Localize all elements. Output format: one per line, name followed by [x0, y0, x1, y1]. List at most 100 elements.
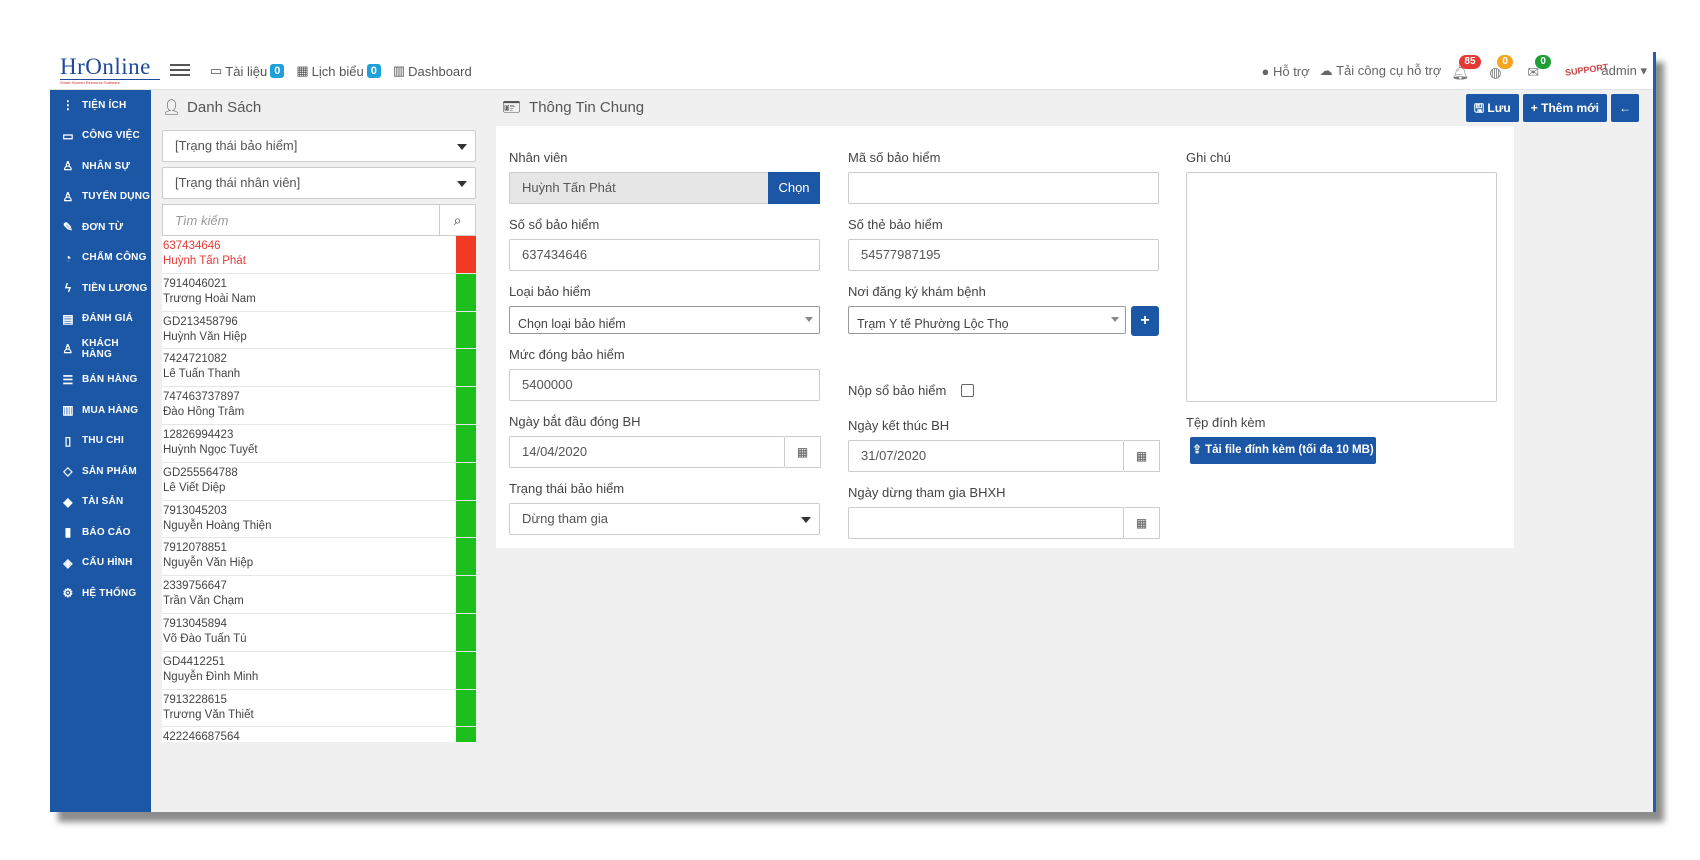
- sidebar-item-16[interactable]: ⚙ HỆ THỐNG: [50, 578, 151, 609]
- logo-tagline: Smart Human Resource Software: [60, 79, 160, 86]
- add-new-button[interactable]: + Thêm mới: [1522, 94, 1607, 122]
- book-no-field[interactable]: 637434646: [509, 239, 820, 271]
- sidebar-item-label: TIỆN ÍCH: [82, 99, 127, 111]
- messages-button[interactable]: ✉ 0: [1527, 55, 1555, 81]
- caret-down-icon: ▾: [1640, 63, 1647, 78]
- sidebar-item-label: BÁO CÁO: [82, 526, 131, 538]
- messages-count: 0: [1535, 55, 1551, 69]
- avatar[interactable]: SUPPORT: [1564, 57, 1609, 84]
- status-indicator: [456, 311, 476, 349]
- list-item[interactable]: 7914046021 Trương Hoài Nam: [162, 273, 476, 312]
- list-item[interactable]: GD4412251 Nguyễn Đình Minh: [162, 651, 476, 690]
- sidebar-item-label: KHÁCH HÀNG: [81, 338, 119, 361]
- insurance-status-filter[interactable]: [Trạng thái bảo hiểm]: [162, 130, 476, 162]
- employee-name: Trần Văn Chạm: [163, 595, 244, 608]
- employee-code: 422246687564: [163, 731, 240, 742]
- search-icon[interactable]: ⌕: [439, 205, 475, 235]
- sidebar-item-11[interactable]: ▯ THU CHI: [50, 426, 151, 457]
- submit-book-checkbox[interactable]: [961, 384, 974, 397]
- insurance-status-filter-value: [Trạng thái bảo hiểm]: [175, 138, 298, 153]
- topnav-dashboard[interactable]: ▥ Dashboard: [393, 63, 472, 79]
- employee-code: 637434646: [163, 240, 221, 252]
- insurance-status-select[interactable]: Dừng tham gia: [509, 503, 820, 535]
- list-item[interactable]: 7913045203 Nguyễn Hoàng Thiện: [162, 500, 476, 539]
- sidebar-item-9[interactable]: ☰ BÁN HÀNG: [50, 365, 151, 396]
- list-item[interactable]: GD213458796 Huỳnh Văn Hiệp: [162, 311, 476, 350]
- search-input[interactable]: Tìm kiếm: [175, 213, 228, 228]
- employee-code: 747463737897: [163, 391, 240, 404]
- customer-icon: ♙: [62, 342, 74, 357]
- sidebar-item-7[interactable]: ▤ ĐÁNH GIÁ: [50, 304, 151, 335]
- sidebar-item-0[interactable]: ⋮ TIỆN ÍCH: [50, 90, 151, 121]
- app-logo[interactable]: HrOnline Smart Human Resource Software: [60, 55, 160, 86]
- list-item[interactable]: 2339756647 Trần Văn Chạm: [162, 576, 476, 614]
- sidebar-item-13[interactable]: ◆ TÀI SẢN: [50, 487, 151, 518]
- topnav-schedule[interactable]: ▦ Lịch biểu 0: [296, 63, 381, 79]
- list-item[interactable]: 7913228615 Trương Văn Thiết: [162, 689, 476, 728]
- id-card-icon: 🪪︎: [502, 99, 522, 116]
- stop-date-field[interactable]: [848, 507, 1124, 539]
- employee-list: 637434646 Huỳnh Tấn Phát 7914046021 Trương …: [162, 236, 476, 742]
- list-item[interactable]: 747463737897 Đào Hồng Trâm: [162, 387, 476, 425]
- save-button[interactable]: 🖫︎ Lưu: [1465, 94, 1519, 122]
- clinic-select[interactable]: Trạm Y tế Phường Lộc Thọ: [848, 306, 1126, 334]
- calendar-icon[interactable]: ▦: [785, 436, 821, 468]
- back-button[interactable]: ←: [1611, 94, 1639, 122]
- card-no-field[interactable]: 54577987195: [848, 239, 1159, 271]
- employee-code: 12826994423: [163, 428, 234, 441]
- calendar-icon[interactable]: ▦: [1124, 507, 1160, 539]
- list-item[interactable]: 7913045894 Võ Đào Tuấn Tú: [162, 613, 476, 652]
- list-item[interactable]: 7424721082 Lê Tuấn Thanh: [162, 349, 476, 388]
- sidebar-item-label: MUA HÀNG: [82, 404, 139, 416]
- employee-field[interactable]: Huỳnh Tấn Phát: [509, 172, 769, 204]
- list-item[interactable]: 7912078851 Nguyễn Văn Hiệp: [162, 538, 476, 577]
- start-date-field[interactable]: 14/04/2020: [509, 436, 785, 468]
- sidebar-item-2[interactable]: ♙ NHÂN SỰ: [50, 151, 151, 182]
- employee-code: 7912078851: [163, 542, 227, 555]
- add-clinic-button[interactable]: +: [1131, 306, 1159, 336]
- chevron-down-icon: [457, 144, 467, 150]
- calendar-icon[interactable]: ▦: [1124, 440, 1160, 472]
- topnav-schedule-label: Lịch biểu: [311, 63, 364, 79]
- list-item[interactable]: 12826994423 Huỳnh Ngọc Tuyết: [162, 424, 476, 463]
- sidebar-item-5[interactable]: ◔ CHẤM CÔNG: [50, 243, 151, 274]
- choose-employee-button[interactable]: Chọn: [768, 172, 820, 204]
- insurance-status-value: Dừng tham gia: [522, 511, 609, 526]
- amount-field[interactable]: 5400000: [509, 369, 820, 401]
- support-label: Hỗ trợ: [1272, 63, 1310, 79]
- download-tool-link[interactable]: ☁ Tải công cụ hỗ trợ: [1320, 63, 1442, 79]
- sidebar-item-3[interactable]: ♙ TUYỂN DỤNG: [50, 182, 151, 213]
- upload-attachment-button[interactable]: ⇪ Tải file đính kèm (tối đa 10 MB): [1190, 437, 1376, 464]
- globe-button[interactable]: ◍ 0: [1489, 55, 1517, 81]
- clinic-value: Trạm Y tế Phường Lộc Thọ: [857, 317, 1009, 331]
- topnav-documents[interactable]: ▭ Tài liệu 0: [210, 63, 285, 79]
- report-icon: ▮: [64, 525, 72, 540]
- employee-code: GD255564788: [163, 466, 238, 479]
- sidebar-item-10[interactable]: ▥ MUA HÀNG: [50, 395, 151, 426]
- list-item[interactable]: GD255564788 Lê Viết Diệp: [162, 462, 476, 501]
- employee-code: 7913228615: [163, 693, 227, 706]
- notifications-button[interactable]: 🔔︎ 85: [1451, 55, 1481, 81]
- sidebar-item-12[interactable]: ◇ SẢN PHẨM: [50, 456, 151, 487]
- menu-toggle-icon[interactable]: [170, 61, 190, 81]
- sidebar-item-label: CHẤM CÔNG: [82, 252, 147, 264]
- plus-icon: +: [1140, 312, 1150, 329]
- search-box[interactable]: Tìm kiếm ⌕: [162, 204, 476, 236]
- diamond-icon: ◆: [63, 494, 73, 509]
- sidebar-item-4[interactable]: ✎ ĐƠN TỪ: [50, 212, 151, 243]
- employee-status-filter[interactable]: [Trạng thái nhân viên]: [162, 167, 476, 199]
- insurance-code-field[interactable]: [848, 172, 1159, 204]
- support-link[interactable]: ● Hỗ trợ: [1261, 64, 1309, 79]
- sidebar-item-8[interactable]: ♙ KHÁCH HÀNG: [50, 334, 151, 365]
- insurance-type-select[interactable]: Chọn loại bảo hiểm: [509, 306, 820, 334]
- list-item[interactable]: 422246687564: [162, 727, 476, 742]
- sidebar-item-6[interactable]: ϟ TIỀN LƯƠNG: [50, 273, 151, 304]
- sidebar-item-14[interactable]: ▮ BÁO CÁO: [50, 517, 151, 548]
- list-item[interactable]: 637434646 Huỳnh Tấn Phát: [162, 236, 476, 274]
- note-textarea[interactable]: [1186, 172, 1497, 402]
- list-title-text: Danh Sách: [187, 98, 262, 116]
- sidebar-item-15[interactable]: ◈ CẤU HÌNH: [50, 548, 151, 579]
- employee-name: Lê Viết Diệp: [163, 481, 226, 494]
- end-date-field[interactable]: 31/07/2020: [848, 440, 1124, 472]
- sidebar-item-1[interactable]: ▭ CÔNG VIỆC: [50, 121, 151, 152]
